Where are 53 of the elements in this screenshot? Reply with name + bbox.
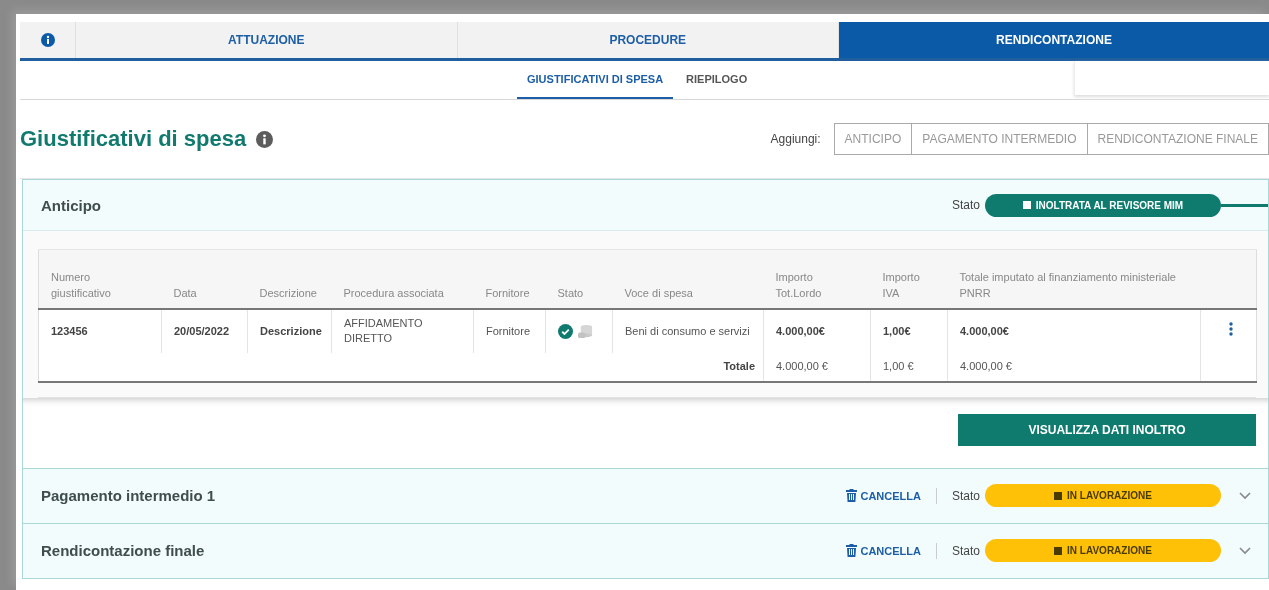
nav-tab[interactable]: RENDICONTAZIONE xyxy=(838,22,1269,58)
section-header[interactable]: Anticipo Stato INOLTRATA AL REVISORE MIM xyxy=(23,180,1268,231)
page-title: Giustificativi di spesa xyxy=(20,126,247,152)
table-cell: 20/05/2022 xyxy=(161,309,248,353)
table-cell: 4.000,00 € xyxy=(947,352,1201,382)
status-pill: INOLTRATA AL REVISORE MIM xyxy=(985,193,1221,217)
cancel-link[interactable]: CANCELLA xyxy=(846,489,921,503)
section-header[interactable]: Rendicontazione finale CANCELLA Stato IN LAVORAZIONE xyxy=(23,523,1268,578)
nav-tab[interactable]: ATTUAZIONE xyxy=(75,22,457,58)
column-header: Numero giustificativo xyxy=(38,249,162,309)
column-header: Procedura associata xyxy=(331,249,474,309)
column-header: Fornitore xyxy=(473,249,546,309)
column-header: Totale imputato al finanziamento ministeriale PNRR xyxy=(947,249,1201,309)
column-header: Importo Tot.Lordo xyxy=(763,249,871,309)
status-label: Stato xyxy=(951,198,980,212)
coins-icon xyxy=(578,324,593,340)
section-title: Anticipo xyxy=(41,196,101,214)
table-cell: 1,00 € xyxy=(870,352,948,382)
trash-icon xyxy=(846,544,858,558)
table-cell: 4.000,00 € xyxy=(763,352,871,382)
view-data-button[interactable]: VISUALIZZA DATI INOLTRO xyxy=(958,413,1256,446)
chevron-down-icon[interactable] xyxy=(1239,546,1251,555)
table-cell: Fornitore xyxy=(473,309,546,353)
status-label: Stato xyxy=(951,488,980,503)
table-cell: AFFIDAMENTO DIRETTO xyxy=(331,309,474,353)
column-header: Descrizione xyxy=(247,249,332,309)
status-label: Stato xyxy=(951,543,980,558)
sub-tab[interactable]: RIEPILOGO xyxy=(685,61,749,99)
more-icon[interactable] xyxy=(1228,322,1233,337)
table-cell: 4.000,00€ xyxy=(763,309,871,353)
sub-tab[interactable]: GIUSTIFICATIVI DI SPESA xyxy=(517,61,674,99)
status-pill: IN LAVORAZIONE xyxy=(985,484,1221,508)
column-header: Importo IVA xyxy=(870,249,948,309)
check-circle-icon xyxy=(558,324,573,340)
add-label: Aggiungi: xyxy=(770,132,821,146)
trash-icon xyxy=(846,489,858,503)
section-header[interactable]: Pagamento intermedio 1 CANCELLA Stato IN LAVORAZIONE xyxy=(23,468,1268,523)
column-header: Stato xyxy=(545,249,613,309)
chevron-down-icon[interactable] xyxy=(1239,491,1251,500)
table-cell: 1,00€ xyxy=(870,309,948,353)
section-title: Pagamento intermedio 1 xyxy=(41,487,216,505)
column-header: Voce di spesa xyxy=(612,249,764,309)
column-header: Data xyxy=(161,249,248,309)
table-cell: Beni di consumo e servizi xyxy=(612,309,764,353)
cancel-link[interactable]: CANCELLA xyxy=(846,544,921,558)
total-label: Totale xyxy=(723,360,755,373)
status-pill: IN LAVORAZIONE xyxy=(985,539,1221,563)
table-cell: 123456 xyxy=(38,309,162,353)
table-cell: 4.000,00€ xyxy=(947,309,1201,353)
table-cell: Descrizione xyxy=(247,309,332,353)
info-icon xyxy=(40,33,55,47)
section-title: Rendicontazione finale xyxy=(41,542,205,560)
info-icon[interactable] xyxy=(256,130,274,148)
